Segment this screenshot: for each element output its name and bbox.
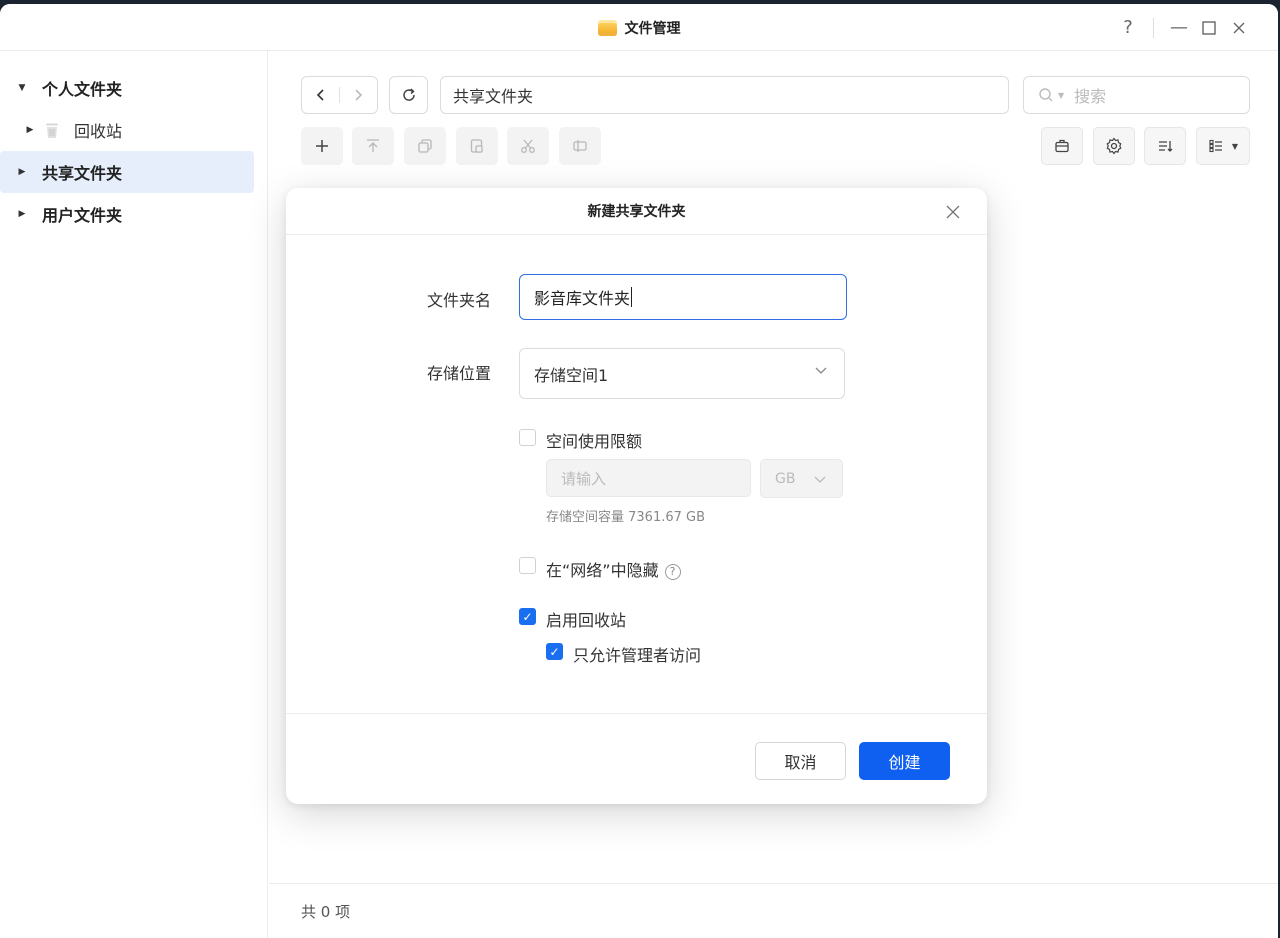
cancel-button[interactable]: 取消: [755, 742, 846, 780]
status-bar: 共 0 项: [269, 883, 1278, 938]
folder-app-icon: [597, 19, 617, 36]
copy-button[interactable]: [404, 127, 446, 165]
sidebar-item-personal[interactable]: ▼ 个人文件夹: [0, 67, 254, 109]
search-icon: [1038, 87, 1054, 103]
forward-button[interactable]: [340, 77, 377, 113]
sidebar-item-recycle[interactable]: ▶ 回收站: [0, 109, 254, 151]
window-title: 文件管理: [624, 20, 681, 37]
briefcase-button[interactable]: [1041, 127, 1083, 165]
storage-location-label: 存储位置: [426, 364, 491, 383]
title-bar: 文件管理 ? —: [0, 4, 1278, 51]
caret-right-icon[interactable]: ▶: [16, 209, 28, 219]
rename-button[interactable]: [559, 127, 601, 165]
recycle-bin-checkbox[interactable]: ✓: [519, 608, 536, 625]
search-dropdown-icon[interactable]: ▼: [1058, 91, 1064, 100]
chevron-down-icon: [814, 363, 828, 381]
item-count: 共 0 项: [301, 902, 351, 921]
window-controls: ? —: [1113, 4, 1254, 51]
refresh-button[interactable]: [389, 76, 428, 114]
sort-button[interactable]: [1144, 127, 1186, 165]
view-mode-button[interactable]: ▼: [1196, 127, 1250, 165]
nav-buttons: [301, 76, 378, 114]
help-circle-icon[interactable]: ?: [664, 563, 681, 580]
upload-button[interactable]: [352, 127, 394, 165]
capacity-note: 存储空间容量 7361.67 GB: [546, 510, 706, 525]
admin-only-label: 只允许管理者访问: [573, 646, 702, 665]
folder-name-input[interactable]: 影音库文件夹: [519, 274, 847, 320]
new-shared-folder-dialog: 新建共享文件夹 文件夹名 影音库文件夹 存储位置 存储空间1 空间使用限额 请输…: [286, 188, 987, 804]
help-icon[interactable]: ?: [1113, 13, 1143, 43]
hide-network-label: 在“网络”中隐藏?: [546, 557, 681, 581]
quota-checkbox[interactable]: [519, 429, 536, 446]
create-button[interactable]: 创建: [859, 742, 950, 780]
maximize-icon[interactable]: [1194, 13, 1224, 43]
cut-button[interactable]: [507, 127, 549, 165]
dialog-header: 新建共享文件夹: [286, 188, 987, 235]
quota-label: 空间使用限额: [546, 432, 643, 451]
minimize-icon[interactable]: —: [1164, 13, 1194, 43]
sidebar: ▼ 个人文件夹 ▶ 回收站 ▶ 共享文件夹 ▶ 用户文件夹: [0, 51, 268, 938]
folder-name-label: 文件夹名: [426, 291, 491, 310]
back-button[interactable]: [302, 77, 339, 113]
path-bar[interactable]: 共享文件夹: [440, 76, 1009, 114]
settings-button[interactable]: [1093, 127, 1135, 165]
paste-button[interactable]: [456, 127, 498, 165]
hide-network-checkbox[interactable]: [519, 557, 536, 574]
chevron-down-icon: [813, 472, 827, 486]
dialog-close-icon[interactable]: [941, 200, 965, 224]
quota-unit-select[interactable]: GB: [760, 459, 843, 498]
file-manager-window: 文件管理 ? — ▼ 个人文件夹 ▶ 回收站 ▶ 共享文件夹 ▶ 用户文件夹 共…: [0, 4, 1278, 938]
trash-icon: [44, 122, 60, 139]
quota-input[interactable]: 请输入: [546, 459, 751, 497]
caret-down-icon[interactable]: ▼: [16, 83, 28, 93]
close-icon[interactable]: [1224, 13, 1254, 43]
storage-location-select[interactable]: 存储空间1: [519, 348, 845, 399]
search-input[interactable]: ▼ 搜索: [1023, 76, 1250, 114]
caret-down-icon: ▼: [1231, 141, 1239, 151]
sidebar-item-users[interactable]: ▶ 用户文件夹: [0, 193, 254, 235]
recycle-bin-label: 启用回收站: [546, 611, 627, 630]
admin-only-checkbox[interactable]: ✓: [546, 643, 563, 660]
dialog-title: 新建共享文件夹: [587, 204, 686, 220]
caret-right-icon[interactable]: ▶: [24, 125, 36, 135]
new-button[interactable]: [301, 127, 343, 165]
sidebar-item-shared[interactable]: ▶ 共享文件夹: [0, 151, 254, 193]
caret-right-icon[interactable]: ▶: [16, 167, 28, 177]
